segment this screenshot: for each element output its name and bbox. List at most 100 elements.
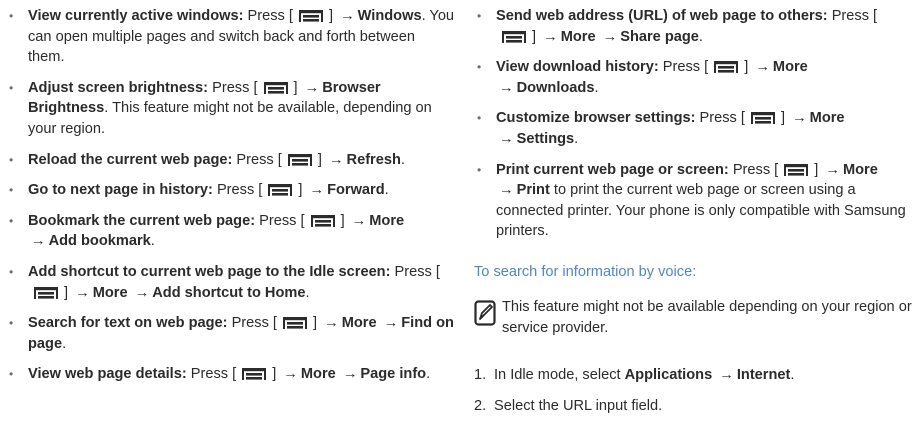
menu-key-icon bbox=[308, 214, 338, 227]
item-label: Send web address (URL) of web page to ot… bbox=[496, 8, 828, 24]
right-column: Send web address (URL) of web page to ot… bbox=[468, 6, 913, 416]
bold-term: Print bbox=[516, 182, 550, 199]
bold-term: Add bookmark bbox=[48, 233, 151, 250]
bold-term: Applications bbox=[624, 367, 713, 384]
text-run: Press [ bbox=[212, 79, 258, 96]
item-label: Bookmark the current web page: bbox=[28, 212, 256, 229]
text-run: ] bbox=[64, 284, 73, 301]
bold-term: Forward bbox=[327, 182, 385, 199]
text-run: Select the URL input field. bbox=[494, 397, 663, 414]
menu-key-icon bbox=[261, 81, 291, 94]
section-heading: To search for information by voice: bbox=[474, 263, 697, 280]
text-run: . bbox=[62, 335, 67, 352]
menu-key-icon bbox=[711, 60, 741, 74]
arrow-glyph: → bbox=[792, 110, 807, 127]
item-label: Add shortcut to current web page to the … bbox=[28, 263, 391, 280]
item-label: View web page details: bbox=[28, 366, 187, 383]
left-bullet-list: View currently active windows: Press [] … bbox=[0, 6, 455, 385]
text-run bbox=[128, 285, 132, 301]
text-run: ] bbox=[340, 212, 349, 229]
text-run: . bbox=[790, 367, 795, 384]
text-run bbox=[377, 315, 381, 331]
text-run: . bbox=[574, 130, 579, 147]
item-label: Search for text on web page: bbox=[28, 315, 228, 332]
arrow-glyph: → bbox=[342, 366, 358, 383]
item-label: Customize browser settings: bbox=[496, 110, 696, 127]
bold-term: Downloads bbox=[516, 79, 595, 96]
text-run: ] bbox=[317, 151, 326, 168]
list-item: Send web address (URL) of web page to ot… bbox=[468, 6, 913, 47]
text-run: Press [ bbox=[236, 151, 282, 168]
arrow-glyph: → bbox=[75, 284, 90, 301]
steps-list: 1. In Idle mode, select Applications → Int… bbox=[468, 365, 913, 416]
arrow-glyph: → bbox=[324, 315, 339, 332]
list-item: Print current web page or screen: Press … bbox=[468, 160, 913, 242]
text-run bbox=[712, 367, 716, 383]
list-item: Add shortcut to current web page to the … bbox=[0, 262, 455, 303]
text-run: ] bbox=[298, 182, 307, 199]
list-item: View download history: Press [] →More →D… bbox=[468, 57, 913, 98]
step-item: 2. Select the URL input field. bbox=[468, 396, 913, 417]
text-run: . bbox=[400, 151, 405, 168]
list-item: Search for text on web page: Press [] →M… bbox=[0, 313, 455, 354]
item-label: Adjust screen brightness: bbox=[28, 79, 209, 96]
list-item: Adjust screen brightness: Press [] →Brow… bbox=[0, 78, 455, 140]
text-run: ] bbox=[312, 315, 322, 332]
bold-term: More bbox=[809, 110, 845, 127]
bold-term: More bbox=[341, 315, 377, 332]
list-item: View currently active windows: Press [] … bbox=[0, 6, 455, 68]
text-run bbox=[336, 366, 340, 382]
bold-term: Settings bbox=[516, 130, 575, 147]
text-run: Press [ bbox=[216, 182, 263, 199]
arrow-glyph: → bbox=[309, 182, 325, 199]
text-run: Press [ bbox=[247, 8, 293, 24]
item-label: View currently active windows: bbox=[28, 8, 244, 24]
step-item: 1. In Idle mode, select Applications → Int… bbox=[468, 365, 913, 386]
list-item: Customize browser settings: Press [] →Mo… bbox=[468, 108, 913, 149]
text-run: . bbox=[150, 233, 155, 250]
text-run: . bbox=[698, 28, 703, 45]
arrow-glyph: → bbox=[340, 8, 355, 24]
text-run: Press [ bbox=[831, 8, 878, 24]
arrow-glyph: → bbox=[134, 284, 150, 301]
text-run: In Idle mode, select bbox=[494, 367, 625, 384]
bold-term: More bbox=[560, 28, 596, 45]
item-label: Go to next page in history: bbox=[28, 182, 213, 199]
menu-key-icon bbox=[781, 163, 811, 176]
text-run: ] bbox=[780, 110, 790, 127]
arrow-glyph: → bbox=[602, 28, 618, 45]
text-run: Press [ bbox=[231, 315, 277, 332]
bold-term: Share page bbox=[620, 28, 699, 45]
menu-key-icon bbox=[239, 367, 269, 381]
list-item: Bookmark the current web page: Press [] … bbox=[0, 211, 455, 252]
text-run: ] bbox=[293, 79, 302, 96]
menu-key-icon bbox=[748, 111, 778, 125]
bold-term: More bbox=[369, 212, 405, 229]
bold-term: Windows bbox=[357, 8, 422, 24]
text-run: ] bbox=[744, 59, 753, 76]
text-run: Press [ bbox=[699, 110, 745, 127]
text-run: Press [ bbox=[662, 59, 709, 76]
item-label: Print current web page or screen: bbox=[496, 161, 729, 178]
step-number: 2. bbox=[474, 397, 487, 414]
right-bullet-list: Send web address (URL) of web page to ot… bbox=[468, 6, 913, 242]
text-run: . bbox=[426, 366, 431, 383]
bold-term: More bbox=[772, 59, 808, 76]
text-run: ] bbox=[272, 366, 281, 383]
item-label: View download history: bbox=[496, 59, 659, 76]
menu-key-icon bbox=[31, 286, 61, 299]
bold-term: More bbox=[842, 161, 878, 178]
arrow-glyph: → bbox=[351, 212, 367, 229]
note-text: This feature might not be available depe… bbox=[502, 298, 912, 336]
bold-term: More bbox=[300, 366, 336, 383]
arrow-glyph: → bbox=[543, 28, 558, 45]
arrow-glyph: → bbox=[383, 315, 399, 332]
left-column: View currently active windows: Press [] … bbox=[0, 6, 455, 385]
text-run: . bbox=[384, 182, 389, 199]
text-run: Press [ bbox=[394, 263, 440, 280]
arrow-glyph: → bbox=[499, 182, 514, 199]
step-number: 1. bbox=[474, 367, 487, 384]
text-run: ] bbox=[814, 161, 823, 178]
text-run: Press [ bbox=[732, 161, 779, 178]
list-item: Reload the current web page: Press [] →R… bbox=[0, 150, 455, 171]
